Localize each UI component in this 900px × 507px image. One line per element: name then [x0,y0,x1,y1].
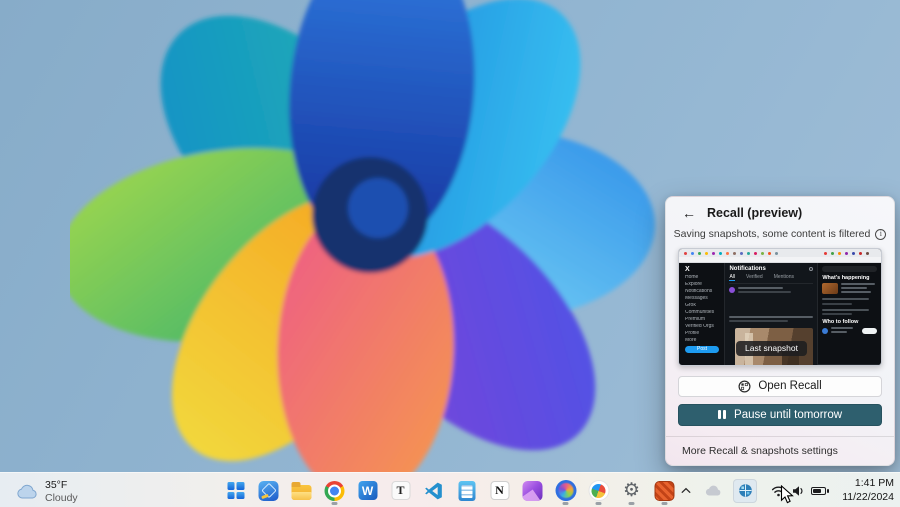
wallpaper-bloom [70,0,670,507]
recall-tray-icon [738,483,753,498]
trend-item [822,283,877,295]
last-snapshot-label: Last snapshot [736,341,807,356]
weather-temp: 35°F [45,479,78,492]
taskbar-app-notepad[interactable] [454,476,480,506]
nav-item: Notifications [685,289,724,295]
pause-icon [718,410,726,419]
notion-icon: N [490,481,509,500]
nav-item: Home [685,275,724,281]
nav-item: Premium [685,317,724,323]
folder-icon [292,485,312,500]
nav-item: Verified Orgs [685,324,724,330]
start-button[interactable] [223,476,249,506]
weather-condition: Cloudy [45,492,78,505]
snapshot-trends-column: What's happening Who to follow Messages [818,263,881,366]
x-logo-icon: X [685,266,724,273]
nav-item: Profile [685,331,724,337]
search-pill [822,266,877,272]
notification-row [729,287,813,295]
notifications-tabs: All Verified Mentions [729,274,813,284]
nav-item: Explore [685,282,724,288]
tab-favicon-dots [684,252,687,255]
pause-until-tomorrow-button[interactable]: Pause until tomorrow [678,404,882,427]
photos-pinwheel-icon [588,480,609,501]
recall-tray-icon-button[interactable] [733,479,757,503]
follow-button [862,328,877,334]
vscode-icon [424,481,444,501]
word-icon: W [358,481,377,500]
taskbar-app-chrome[interactable] [322,476,348,506]
orange-stripes-app-icon [655,481,675,501]
back-arrow-icon[interactable]: ← [682,206,696,220]
trend-image [822,283,838,294]
network-volume-battery-group[interactable] [765,481,832,501]
recall-status-row: Saving snapshots, some content is filter… [666,228,894,240]
copilot-icon [555,480,576,501]
taskbar-app-blue-arrows[interactable] [256,476,282,506]
settings-gear-icon [809,267,813,271]
snapshot-sidebar: X Home Explore Notifications Messages Gr… [679,263,725,366]
info-icon[interactable]: i [875,229,886,240]
notepad-icon [458,481,475,501]
hidden-icons-chevron[interactable] [678,479,694,503]
recall-logo-icon [738,380,751,393]
messages-bar: Messages [818,364,881,366]
cloud-icon [16,484,38,499]
chrome-icon [325,481,345,501]
nav-item: Communities [685,310,724,316]
volume-icon [792,485,805,497]
taskbar-app-photos[interactable] [586,476,612,506]
clock-date: 11/22/2024 [842,491,894,504]
taskbar-app-notion[interactable]: N [487,476,513,506]
recall-header: ← Recall (preview) [666,197,894,222]
recall-title: Recall (preview) [707,206,802,220]
letter-t-app-icon: T [391,481,410,500]
whats-happening-title: What's happening [822,275,877,281]
tab-verified: Verified [746,274,763,281]
weather-widget[interactable]: 35°F Cloudy [10,477,84,506]
onedrive-tray-icon-button[interactable] [702,479,725,503]
purple-media-app-icon [523,481,543,501]
taskbar-app-file-explorer[interactable] [289,476,315,506]
nav-item: Messages [685,296,724,302]
chevron-up-icon [681,487,691,494]
taskbar: 35°F Cloudy W T N ⚙ [0,472,900,507]
snapshot-sidebar-nav: Home Explore Notifications Messages Grok… [685,275,724,344]
who-to-follow-title: Who to follow [822,319,877,325]
windows-logo-icon [227,482,244,499]
browser-tab-strip [679,249,881,257]
mouse-cursor [780,485,794,504]
open-recall-button[interactable]: Open Recall [678,376,882,397]
nav-item: Grok [685,303,724,309]
tab-mentions: Mentions [774,274,794,281]
last-snapshot-thumbnail[interactable]: X Home Explore Notifications Messages Gr… [678,248,882,366]
settings-gear-icon: ⚙ [623,481,640,500]
taskbar-app-copilot[interactable] [553,476,579,506]
taskbar-app-settings[interactable]: ⚙ [619,476,645,506]
taskbar-app-purple-media[interactable] [520,476,546,506]
blue-arrows-app-icon [259,481,279,501]
clock-widget[interactable]: 1:41 PM 11/22/2024 [840,477,894,503]
follow-row [822,327,877,335]
battery-icon [811,487,826,495]
recall-status-text: Saving snapshots, some content is filter… [674,228,871,240]
taskbar-app-vscode[interactable] [421,476,447,506]
onedrive-cloud-icon [705,485,722,496]
notification-row [729,316,813,324]
post-button: Post [685,346,719,353]
more-recall-settings-link[interactable]: More Recall & snapshots settings [666,437,894,465]
tab-all: All [729,274,735,281]
pause-label: Pause until tomorrow [734,409,842,421]
open-recall-label: Open Recall [758,380,821,392]
taskbar-app-row: W T N ⚙ [223,473,678,507]
notifications-title: Notifications [729,266,765,272]
trend-lines [822,298,877,315]
taskbar-app-letter-t[interactable]: T [388,476,414,506]
nav-item: More [685,338,724,344]
recall-flyout: ← Recall (preview) Saving snapshots, som… [665,196,895,466]
taskbar-app-word[interactable]: W [355,476,381,506]
clock-time: 1:41 PM [842,477,894,490]
taskbar-app-orange-stripes[interactable] [652,476,678,506]
desktop: ← Recall (preview) Saving snapshots, som… [0,0,900,507]
